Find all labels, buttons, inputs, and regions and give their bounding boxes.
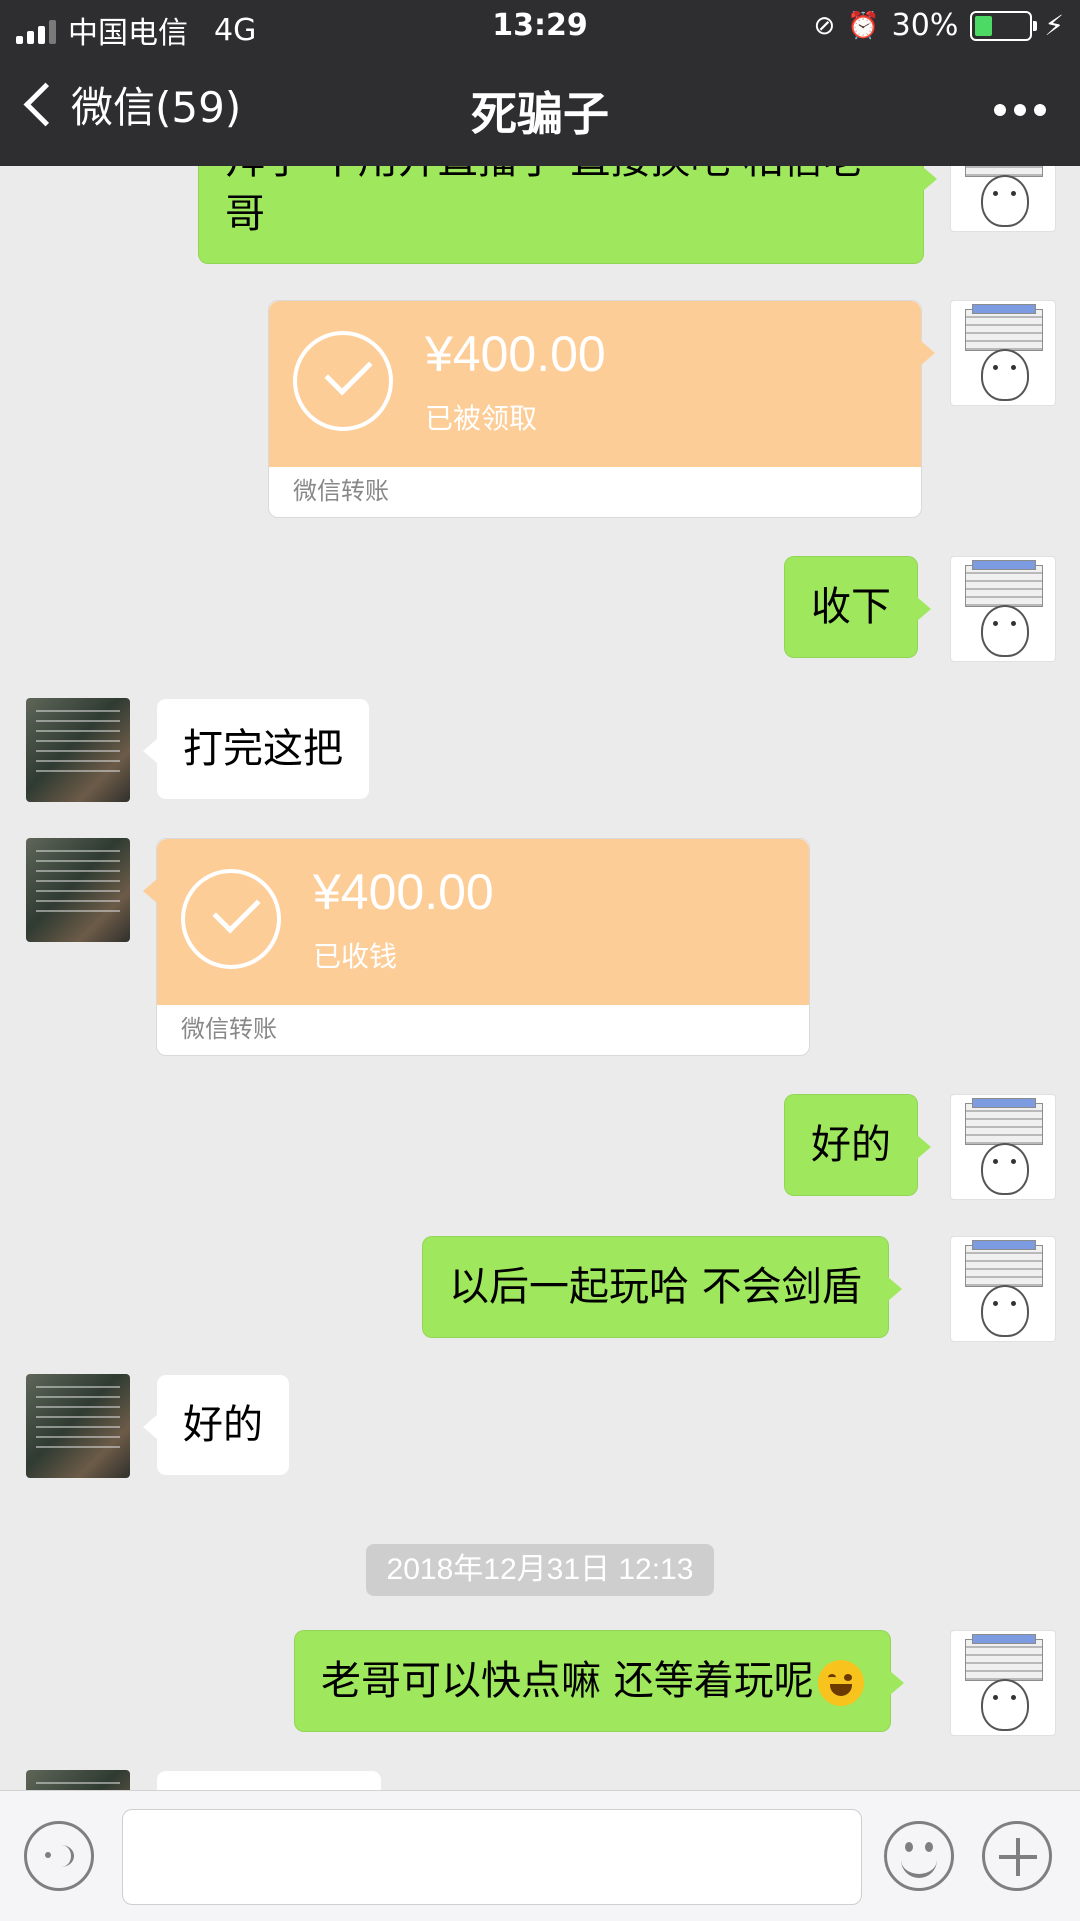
checkmark-icon [293, 331, 393, 431]
message-text: 好的 [183, 1402, 263, 1448]
message-text: 收下 [811, 584, 891, 630]
nav-bar: 微信(59) 死骗子 [0, 70, 1080, 150]
contact-avatar[interactable] [26, 698, 130, 802]
message-text: 老哥可以快点嘛 还等着玩呢 [321, 1658, 814, 1704]
battery-percent: 30% [891, 8, 959, 43]
checkmark-icon [181, 869, 281, 969]
alarm-icon: ⏰ [847, 10, 880, 41]
contact-avatar[interactable] [26, 1770, 130, 1790]
voice-icon[interactable] [24, 1821, 94, 1891]
plus-icon[interactable] [982, 1821, 1052, 1891]
message-text: 打完这把 [183, 726, 343, 772]
my-avatar[interactable] [950, 1236, 1056, 1342]
message-bubble[interactable]: 收下 [784, 556, 931, 658]
message-bubble[interactable]: 老哥可以快点嘛 还等着玩呢 [294, 1630, 904, 1732]
transfer-amount: ¥400.00 [313, 864, 494, 920]
message-bubble[interactable]: 好的 [143, 1374, 290, 1476]
top-bar: 中国电信 4G 13:29 ⊘ ⏰ 30% ⚡ 微信(59) 死骗子 [0, 0, 1080, 166]
message-input[interactable] [122, 1809, 862, 1905]
battery-icon [970, 10, 1038, 41]
status-bar: 中国电信 4G 13:29 ⊘ ⏰ 30% ⚡ [0, 0, 1080, 54]
more-dots-icon [994, 104, 1006, 116]
transfer-footer: 微信转账 [293, 477, 389, 505]
laughing-crying-emoji-icon [817, 1660, 864, 1706]
my-avatar[interactable] [950, 1094, 1056, 1200]
transfer-card[interactable]: ¥400.00 已收钱 微信转账 [143, 838, 810, 1056]
my-avatar[interactable] [950, 300, 1056, 406]
rotation-lock-icon: ⊘ [813, 10, 836, 41]
contact-avatar[interactable] [26, 1374, 130, 1478]
message-bubble[interactable]: 打完这把 [143, 698, 370, 800]
my-avatar[interactable] [950, 1630, 1056, 1736]
charging-icon: ⚡ [1044, 9, 1064, 42]
transfer-status: 已收钱 [313, 940, 398, 973]
emoji-icon[interactable] [884, 1821, 954, 1891]
message-bubble[interactable]: 以后一起玩哈 不会剑盾 [422, 1236, 902, 1338]
chat-title: 死骗子 [471, 87, 609, 141]
more-button[interactable] [994, 104, 1046, 116]
chat-area[interactable]: 拜了 不用开直播了 直接换吧 相信老哥 ¥400.00 已被领取 微信转账 收下… [0, 166, 1080, 1790]
transfer-amount: ¥400.00 [425, 326, 606, 382]
time-separator: 2018年12月31日 12:13 [366, 1544, 714, 1596]
message-text: 以后一起玩哈 不会剑盾 [449, 1264, 862, 1310]
transfer-status: 已被领取 [425, 402, 538, 435]
my-avatar[interactable] [950, 166, 1056, 232]
transfer-card[interactable]: ¥400.00 已被领取 微信转账 [268, 300, 935, 518]
message-bubble[interactable]: 拜了 不用开直播了 直接换吧 相信老哥 [198, 166, 937, 264]
input-bar [0, 1790, 1080, 1921]
my-avatar[interactable] [950, 556, 1056, 662]
transfer-footer: 微信转账 [181, 1015, 277, 1043]
message-text: 好的 [811, 1122, 891, 1168]
message-bubble[interactable]: 好的 [784, 1094, 931, 1196]
contact-avatar[interactable] [26, 838, 130, 942]
message-text: 拜了 不用开直播了 直接换吧 相信老哥 [225, 166, 863, 237]
message-bubble[interactable] [156, 1770, 382, 1790]
